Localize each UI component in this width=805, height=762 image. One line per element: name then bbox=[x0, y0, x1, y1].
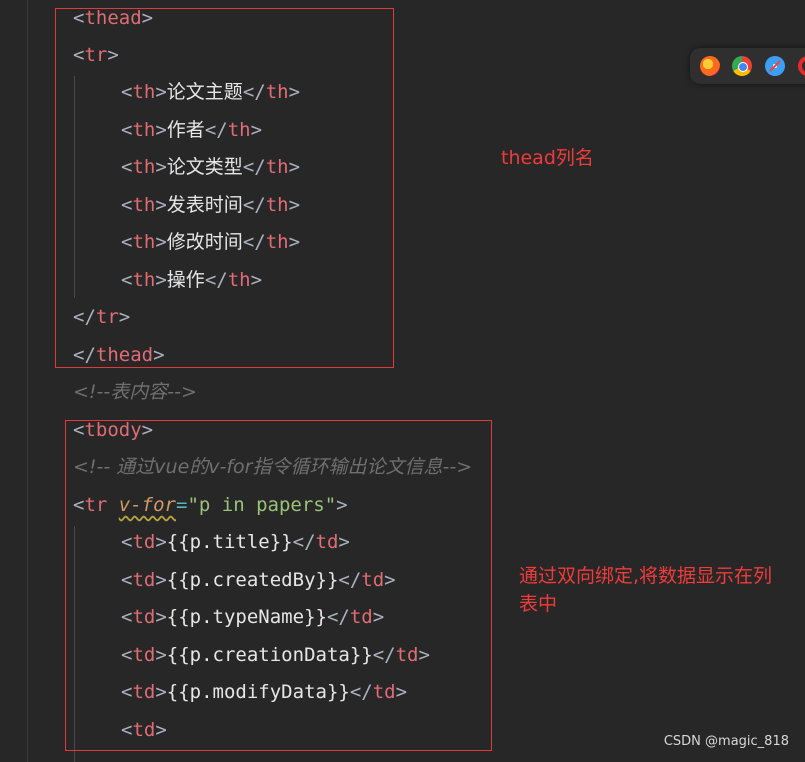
binding-annotation-line2: 表中 bbox=[519, 593, 558, 615]
chrome-icon[interactable] bbox=[732, 56, 752, 76]
code-comment-table-content: <!--表内容--> bbox=[73, 381, 197, 403]
opera-icon[interactable] bbox=[798, 56, 805, 76]
editor-gutter-line bbox=[27, 0, 28, 762]
tbody-highlight-box bbox=[65, 420, 492, 751]
binding-annotation-line1: 通过双向绑定,将数据显示在列 bbox=[519, 565, 773, 587]
firefox-icon[interactable] bbox=[700, 56, 720, 76]
code-line-cut-off bbox=[121, 750, 641, 762]
browser-preview-bar bbox=[690, 48, 805, 84]
safari-icon[interactable] bbox=[765, 56, 785, 76]
thead-highlight-box bbox=[55, 8, 394, 368]
csdn-watermark: CSDN @magic_818 bbox=[663, 734, 789, 749]
thead-annotation: thead列名 bbox=[501, 147, 594, 169]
